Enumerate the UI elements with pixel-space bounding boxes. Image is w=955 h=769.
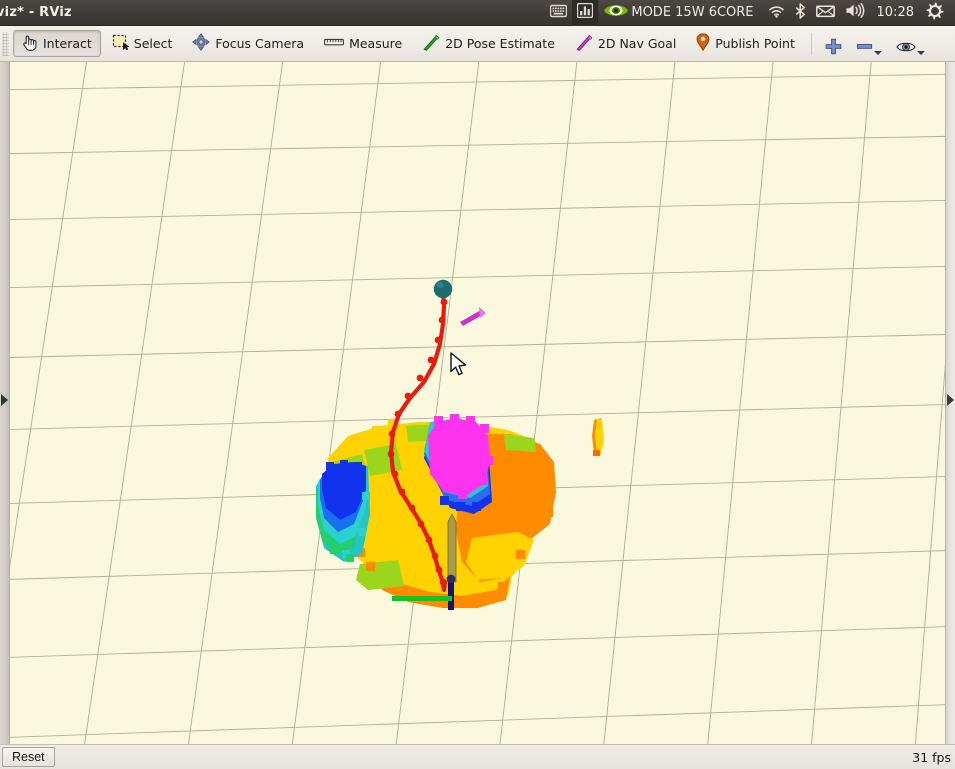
- tool-measure-label: Measure: [349, 36, 403, 51]
- tool-publish-point-label: Publish Point: [715, 36, 795, 51]
- map-pin-icon: [696, 33, 710, 54]
- tray-item-volume[interactable]: [840, 0, 870, 26]
- tool-2d-pose-estimate[interactable]: 2D Pose Estimate: [413, 30, 564, 57]
- nav-goal-arrow-preview: [460, 307, 486, 326]
- toolbar-separator: [810, 32, 812, 55]
- voxel-cluster-main: [316, 414, 604, 608]
- gear-icon: [926, 2, 944, 24]
- magenta-arrow-icon: [575, 34, 593, 54]
- ruler-icon: [324, 36, 345, 51]
- fps-counter: 31 fps: [912, 749, 951, 765]
- right-dock-expand-handle[interactable]: [947, 394, 954, 406]
- window-title: viz* - RViz: [0, 5, 72, 20]
- tool-2d-nav-goal-label: 2D Nav Goal: [597, 36, 677, 51]
- tray-item-mail[interactable]: [811, 0, 840, 26]
- four-way-arrow-icon: [192, 33, 211, 54]
- minus-icon: [856, 38, 873, 59]
- keyboard-icon: [550, 3, 568, 22]
- system-tray: MODE 15W 6CORE 10:28: [545, 0, 955, 26]
- tray-item-settings[interactable]: [921, 0, 949, 26]
- tool-select[interactable]: Select: [103, 30, 182, 57]
- toolbar-grip[interactable]: [2, 31, 9, 56]
- chevron-down-icon[interactable]: [916, 50, 925, 55]
- voxel-cluster-isolated: [592, 418, 604, 456]
- envelope-icon: [815, 3, 835, 22]
- reset-button[interactable]: Reset: [2, 747, 55, 767]
- goal-sphere-marker: [433, 279, 453, 299]
- rviz-3d-viewport[interactable]: [10, 62, 945, 744]
- hand-cursor-icon: [22, 34, 38, 54]
- eye-icon: [896, 39, 916, 59]
- tray-item-nvidia-power-mode[interactable]: MODE 15W 6CORE: [598, 0, 762, 26]
- speaker-icon: [845, 3, 865, 22]
- chevron-down-icon[interactable]: [873, 50, 882, 55]
- tool-2d-nav-goal[interactable]: 2D Nav Goal: [566, 30, 685, 57]
- left-dock-expand-handle[interactable]: [1, 394, 8, 406]
- nvidia-logo-icon: [603, 2, 629, 23]
- tool-focus-camera[interactable]: Focus Camera: [183, 30, 313, 57]
- wifi-icon: [768, 3, 785, 22]
- green-arrow-icon: [422, 34, 440, 54]
- tool-select-label: Select: [133, 36, 173, 51]
- tray-item-bluetooth[interactable]: [790, 0, 811, 26]
- tool-publish-point[interactable]: Publish Point: [687, 30, 804, 57]
- tool-2d-pose-estimate-label: 2D Pose Estimate: [445, 36, 555, 51]
- tool-interact-label: Interact: [43, 36, 92, 51]
- tool-measure[interactable]: Measure: [315, 30, 411, 57]
- statusbar: Reset 31 fps: [0, 744, 955, 769]
- tool-interact[interactable]: Interact: [13, 30, 101, 57]
- remove-tool-button[interactable]: [849, 29, 889, 59]
- tray-item-onscreen-keyboard[interactable]: [545, 0, 572, 26]
- titlebar: viz* - RViz MODE 15W 6CORE 10:28: [0, 0, 955, 26]
- bar-chart-icon: [577, 2, 594, 22]
- nvidia-power-mode-label: MODE 15W 6CORE: [631, 5, 754, 20]
- tray-item-system-monitor[interactable]: [572, 0, 599, 26]
- costmap-voxel-cloud: [316, 279, 604, 610]
- tool-focus-camera-label: Focus Camera: [215, 36, 305, 51]
- plus-icon: [825, 38, 842, 59]
- add-tool-button[interactable]: [818, 29, 849, 59]
- rviz-toolbar: Interact Select Focus Camera Measure 2D …: [0, 26, 955, 62]
- dashed-rect-icon: [112, 34, 130, 53]
- rviz-window: viz* - RViz MODE 15W 6CORE 10:28 Interac…: [0, 0, 955, 769]
- tray-item-network[interactable]: [763, 0, 790, 26]
- mouse-cursor: [450, 352, 468, 381]
- tool-visibility-button[interactable]: [889, 29, 932, 59]
- tray-clock[interactable]: 10:28: [870, 5, 921, 20]
- bluetooth-icon: [795, 2, 806, 23]
